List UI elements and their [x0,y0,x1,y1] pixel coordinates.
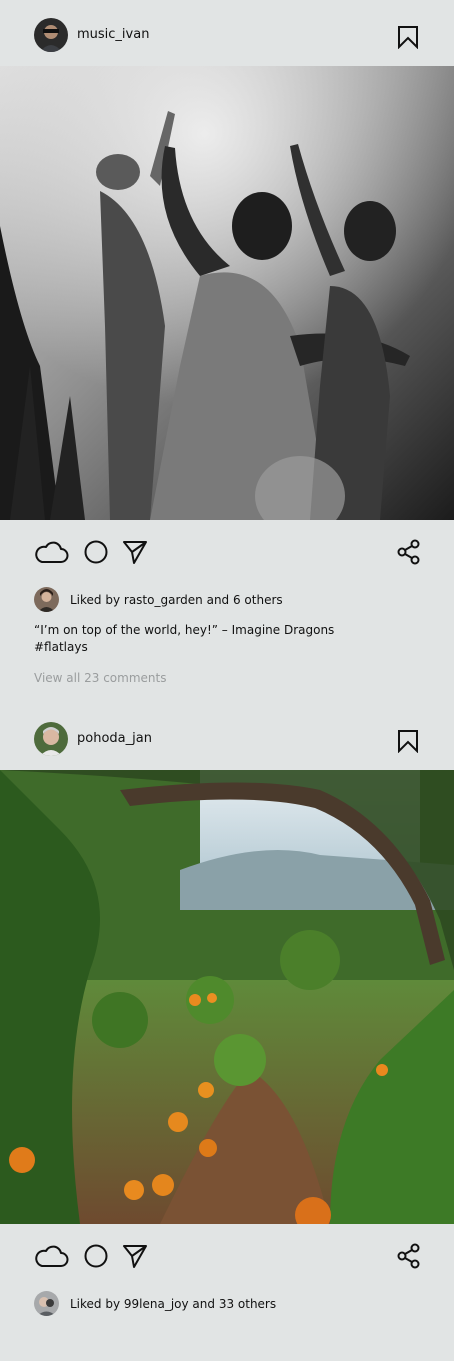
share-icon[interactable] [396,538,421,566]
circle-icon[interactable] [83,539,109,565]
post-actions [0,520,454,584]
likes-row: Liked by rasto_garden and 6 others [0,584,454,616]
liker-avatar[interactable] [34,587,59,612]
caption-hashtag[interactable]: #flatlays [34,639,424,656]
share-icon[interactable] [396,1242,421,1270]
feed: music_ivan Liked by rasto_garden and 6 o… [0,0,454,1361]
send-icon[interactable] [122,1243,148,1269]
send-icon[interactable] [122,539,148,565]
bookmark-icon[interactable] [397,25,419,50]
username[interactable]: music_ivan [77,27,149,43]
likes-row: Liked by 99lena_joy and 33 others [0,1288,454,1320]
likes-text[interactable]: Liked by rasto_garden and 6 others [70,592,283,608]
view-comments-link[interactable]: View all 23 comments [34,670,166,686]
liker-avatar[interactable] [34,1291,59,1316]
post-actions [0,1224,454,1288]
username[interactable]: pohoda_jan [77,731,152,747]
cloud-icon[interactable] [33,1242,69,1270]
post-header: music_ivan [0,0,454,66]
cloud-icon[interactable] [33,538,69,566]
circle-icon[interactable] [83,1243,109,1269]
caption-text: “I’m on top of the world, hey!” – Imagin… [34,623,335,637]
post-image [0,66,454,520]
post-image [0,770,454,1224]
likes-text[interactable]: Liked by 99lena_joy and 33 others [70,1296,276,1312]
post-header: pohoda_jan [0,704,454,770]
avatar[interactable] [34,18,68,52]
avatar[interactable] [34,722,68,756]
caption: “I’m on top of the world, hey!” – Imagin… [34,622,424,656]
bookmark-icon[interactable] [397,729,419,754]
